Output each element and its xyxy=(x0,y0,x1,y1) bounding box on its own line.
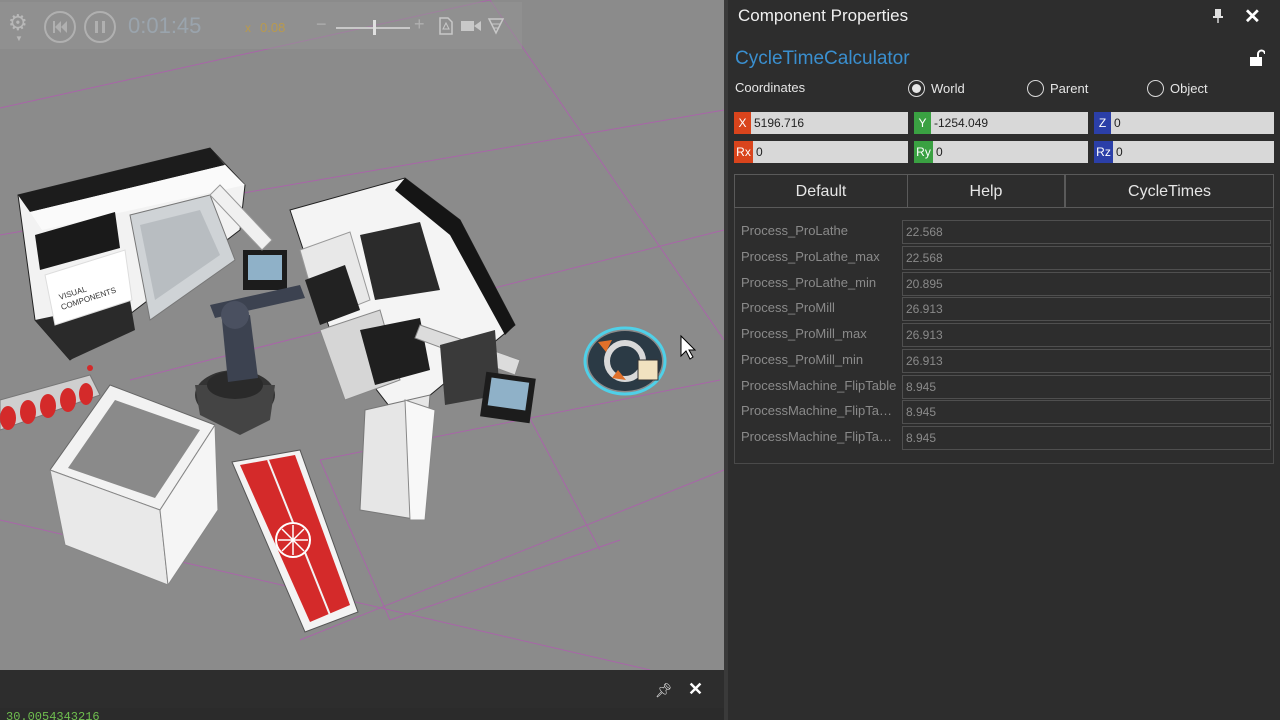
speed-decrease-button[interactable]: − xyxy=(316,14,327,35)
y-value[interactable]: -1254.049 xyxy=(931,112,1088,134)
fixture-stand xyxy=(359,394,436,521)
component-name: CycleTimeCalculator xyxy=(735,48,910,69)
rz-axis-tag: Rz xyxy=(1094,141,1113,163)
component-properties-panel: Component Properties ✕ CycleTimeCalculat… xyxy=(728,0,1280,720)
speed-slider-thumb[interactable] xyxy=(373,20,376,35)
pdf-export-icon[interactable] xyxy=(438,17,454,35)
tab-help[interactable]: Help xyxy=(908,174,1065,208)
pin-icon[interactable] xyxy=(1212,8,1224,27)
simulation-speed: 0.08 xyxy=(260,20,286,35)
property-label: Process_ProLathe_min xyxy=(741,275,877,290)
export-icon[interactable] xyxy=(486,16,506,36)
x-axis-tag: X xyxy=(734,112,751,134)
rz-field[interactable]: Rz 0 xyxy=(1094,141,1274,163)
3d-viewport[interactable]: VISUAL COMPONENTS ⚙ ▼ 0:01:45 x 0.08 − + xyxy=(0,0,724,670)
property-row: ProcessMachine_FlipTable 8.945 xyxy=(735,375,1275,399)
ry-field[interactable]: Ry 0 xyxy=(914,141,1088,163)
x-field[interactable]: X 5196.716 xyxy=(734,112,908,134)
close-icon[interactable]: ✕ xyxy=(688,679,703,700)
y-field[interactable]: Y -1254.049 xyxy=(914,112,1088,134)
gear-icon[interactable]: ⚙ xyxy=(8,12,28,34)
radio-object[interactable]: Object xyxy=(1147,80,1208,97)
simulation-time: 0:01:45 xyxy=(128,13,202,38)
ry-axis-tag: Ry xyxy=(914,141,933,163)
ry-value[interactable]: 0 xyxy=(933,141,1088,163)
radio-parent-label: Parent xyxy=(1050,81,1089,96)
property-label: Process_ProLathe_max xyxy=(741,249,880,264)
pause-button[interactable] xyxy=(84,11,116,43)
pause-icon xyxy=(95,21,105,33)
property-value-field[interactable]: 8.945 xyxy=(902,400,1271,424)
panel-title: Component Properties xyxy=(738,6,909,25)
radio-world-label: World xyxy=(931,81,965,96)
property-row: Process_ProLathe 22.568 xyxy=(735,220,1275,244)
property-value-field[interactable]: 22.568 xyxy=(902,220,1271,244)
property-value-field[interactable]: 26.913 xyxy=(902,297,1271,321)
radio-object-label: Object xyxy=(1170,81,1208,96)
video-record-icon[interactable] xyxy=(460,19,482,33)
property-row: Process_ProMill 26.913 xyxy=(735,297,1275,321)
property-value-field[interactable]: 8.945 xyxy=(902,375,1271,399)
tab-cycletimes[interactable]: CycleTimes xyxy=(1065,174,1274,208)
property-label: Process_ProMill xyxy=(741,300,835,315)
property-row: ProcessMachine_FlipTabl... 8.945 xyxy=(735,426,1275,450)
unlock-icon[interactable] xyxy=(1249,49,1265,67)
playback-toolbar: ⚙ ▼ 0:01:45 x 0.08 − + xyxy=(0,2,522,49)
scene-canvas[interactable]: VISUAL COMPONENTS xyxy=(0,0,724,670)
speed-increase-button[interactable]: + xyxy=(414,14,425,35)
property-value-field[interactable]: 22.568 xyxy=(902,246,1271,270)
properties-list: Process_ProLathe 22.568 Process_ProLathe… xyxy=(734,208,1274,464)
speed-prefix: x xyxy=(245,21,251,35)
radio-parent[interactable]: Parent xyxy=(1027,80,1088,97)
y-axis-tag: Y xyxy=(914,112,931,134)
close-icon[interactable]: ✕ xyxy=(1244,4,1261,29)
property-row: Process_ProLathe_max 22.568 xyxy=(735,246,1275,270)
property-value-field[interactable]: 26.913 xyxy=(902,349,1271,373)
property-tabs: Default Help CycleTimes xyxy=(734,174,1274,208)
pin-icon[interactable]: 📌︎ xyxy=(655,682,673,699)
radio-selected-indicator xyxy=(908,80,925,97)
rx-value[interactable]: 0 xyxy=(753,141,908,163)
property-row: Process_ProMill_max 26.913 xyxy=(735,323,1275,347)
property-label: ProcessMachine_FlipTabl... xyxy=(741,403,899,418)
coordinates-label: Coordinates xyxy=(735,80,806,95)
property-label: Process_ProLathe xyxy=(741,223,848,238)
radio-indicator xyxy=(1027,80,1044,97)
x-value[interactable]: 5196.716 xyxy=(751,112,908,134)
lathe-machine[interactable]: VISUAL COMPONENTS xyxy=(17,147,246,361)
property-value-field[interactable]: 26.913 xyxy=(902,323,1271,347)
property-label: ProcessMachine_FlipTabl... xyxy=(741,429,899,444)
rewind-button[interactable] xyxy=(44,11,76,43)
property-label: ProcessMachine_FlipTable xyxy=(741,378,897,393)
property-row: Process_ProLathe_min 20.895 xyxy=(735,272,1275,296)
radio-indicator xyxy=(1147,80,1164,97)
property-label: Process_ProMill_max xyxy=(741,326,867,341)
output-text: 30.0054343216 xyxy=(6,710,100,720)
output-panel-header xyxy=(0,670,724,708)
caret-down-icon[interactable]: ▼ xyxy=(15,34,23,43)
property-row: Process_ProMill_min 26.913 xyxy=(735,349,1275,373)
mouse-cursor xyxy=(680,334,697,360)
z-value[interactable]: 0 xyxy=(1111,112,1274,134)
parts-bin[interactable] xyxy=(49,384,219,587)
robot-arm[interactable] xyxy=(195,285,305,435)
radio-world[interactable]: World xyxy=(908,80,965,97)
belt-conveyor[interactable] xyxy=(231,449,359,633)
property-label: Process_ProMill_min xyxy=(741,352,864,367)
property-value-field[interactable]: 20.895 xyxy=(902,272,1271,296)
property-value-field[interactable]: 8.945 xyxy=(902,426,1271,450)
rx-axis-tag: Rx xyxy=(734,141,753,163)
property-row: ProcessMachine_FlipTabl... 8.945 xyxy=(735,400,1275,424)
z-axis-tag: Z xyxy=(1094,112,1111,134)
rx-field[interactable]: Rx 0 xyxy=(734,141,908,163)
z-field[interactable]: Z 0 xyxy=(1094,112,1274,134)
rz-value[interactable]: 0 xyxy=(1113,141,1274,163)
output-panel: 📌︎ ✕ 30.0054343216 xyxy=(0,670,724,720)
cycle-time-calculator-component[interactable] xyxy=(583,326,667,396)
rewind-icon xyxy=(53,21,67,33)
tab-default[interactable]: Default xyxy=(734,174,908,208)
